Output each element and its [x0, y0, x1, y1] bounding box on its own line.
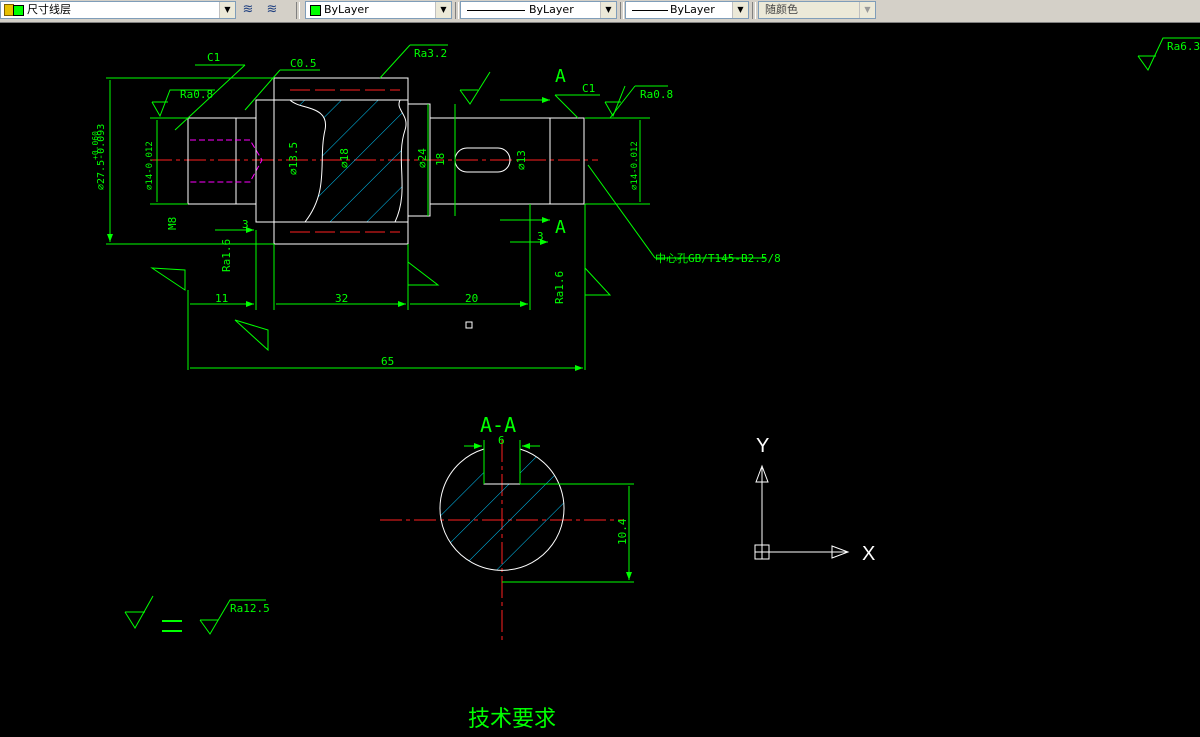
drawing-canvas[interactable]: C1 C0.5 Ra3.2 A A C1 Ra0.8 Ra0.8 Ra6.3 中… [0, 23, 1200, 737]
dim-d13: ⌀13 [515, 150, 528, 170]
linetype-dropdown[interactable]: ByLayer ▼ [460, 1, 617, 19]
label-ra125: Ra12.5 [230, 602, 270, 615]
dim-d14-left: ⌀14-0.012 [145, 141, 155, 190]
ucs-icon [754, 464, 850, 560]
plotstyle-value: 随颜色 [765, 3, 798, 16]
pickbox-marker [465, 321, 473, 329]
color-swatch-icon [310, 5, 321, 16]
lineweight-dropdown[interactable]: ByLayer ▼ [625, 1, 749, 19]
dim-m8: M8 [166, 217, 179, 230]
label-tech-requirements: 技术要求 [468, 707, 556, 732]
label-c1-left: C1 [207, 51, 220, 64]
dim-20: 20 [465, 292, 478, 305]
layer-dropdown[interactable]: 尺寸线层 ▼ [0, 1, 236, 19]
label-ra63: Ra6.3 [1167, 40, 1200, 53]
lineweight-value: ByLayer [670, 3, 715, 16]
label-ra32: Ra3.2 [414, 47, 447, 60]
axis-x-label: X [862, 543, 875, 565]
chevron-down-icon[interactable]: ▼ [732, 2, 748, 18]
linetype-sample [467, 10, 525, 11]
left-journal [187, 117, 237, 205]
toolbar-separator [455, 2, 459, 19]
dim-104: 10.4 [616, 518, 629, 545]
dim-11: 11 [215, 292, 228, 305]
dim-65: 65 [381, 355, 394, 368]
chevron-down-icon[interactable]: ▼ [600, 2, 616, 18]
dim-d135: ⌀13.5 [287, 142, 300, 175]
dim-d14-right: ⌀14-0.012 [630, 141, 640, 190]
equals-sign [162, 620, 182, 632]
toolbar-separator [620, 2, 624, 19]
label-section-a-top: A [555, 66, 566, 87]
chevron-down-icon[interactable]: ▼ [219, 2, 235, 18]
label-section-a-bottom: A [555, 217, 566, 238]
layer-color-icon [13, 5, 24, 16]
label-c1-right: C1 [582, 82, 595, 95]
toolbar-separator [752, 2, 756, 19]
properties-toolbar: 尺寸线层 ▼ ≋ ≋ ByLayer ▼ ByLayer ▼ ByLayer ▼… [0, 0, 1200, 23]
label-ra08-left: Ra0.8 [180, 88, 213, 101]
dim-d18b: 18 [434, 153, 447, 166]
layer-previous-icon[interactable]: ≋ [262, 1, 282, 20]
lineweight-sample [632, 10, 668, 11]
label-ra16-right: Ra1.6 [553, 271, 566, 304]
chevron-down-icon[interactable]: ▼ [435, 2, 451, 18]
dim-d24: ⌀24 [416, 148, 429, 168]
axis-y-label: Y [756, 435, 769, 457]
dim-3-right: 3 [537, 230, 544, 243]
chevron-down-icon[interactable]: ▼ [859, 2, 875, 18]
right-journal [549, 117, 585, 205]
dim-3-left: 3 [242, 218, 249, 231]
left-shoulder [235, 117, 257, 205]
layer-name: 尺寸线层 [27, 3, 71, 16]
thread-hole [190, 139, 263, 183]
make-current-layer-icon[interactable]: ≋ [238, 1, 258, 20]
label-ra08-right: Ra0.8 [640, 88, 673, 101]
label-c05: C0.5 [290, 57, 317, 70]
label-ra16-left: Ra1.6 [220, 239, 233, 272]
dim-d18: ⌀18 [338, 148, 351, 168]
dim-32: 32 [335, 292, 348, 305]
dim-d27-tol: +0.060 [91, 131, 100, 160]
toolbar-separator [296, 2, 300, 19]
right-shaft [429, 117, 551, 205]
color-dropdown[interactable]: ByLayer ▼ [305, 1, 452, 19]
label-center-hole: 中心孔GB/T145-B2.5/8 [655, 252, 781, 265]
drawing-labels: C1 C0.5 Ra3.2 A A C1 Ra0.8 Ra0.8 Ra6.3 中… [91, 40, 1200, 732]
linetype-value: ByLayer [529, 3, 574, 16]
body-step [255, 99, 275, 223]
shaft-view [150, 77, 598, 245]
plotstyle-dropdown[interactable]: 随颜色 ▼ [758, 1, 876, 19]
section-aa [380, 440, 634, 642]
dim-6: 6 [498, 434, 505, 447]
roughness-symbols [124, 37, 1200, 635]
color-value: ByLayer [324, 3, 369, 16]
ucs-labels: Y X [756, 435, 875, 565]
